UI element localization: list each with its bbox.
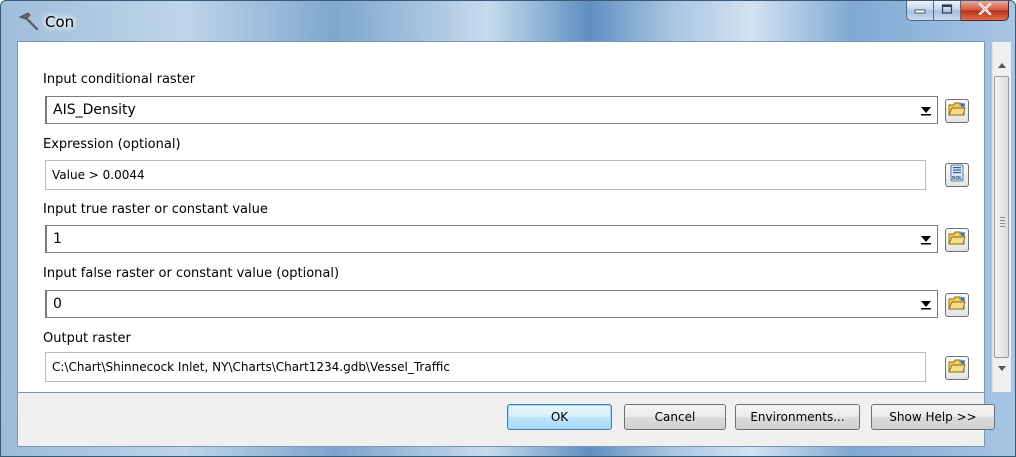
close-icon [978, 2, 992, 19]
sql-query-builder-button[interactable]: SQL [945, 163, 969, 187]
minimize-button[interactable] [906, 1, 934, 21]
input-conditional-raster-combo[interactable]: AIS_Density [45, 96, 938, 124]
input-false-raster-combo[interactable]: 0 [45, 290, 938, 318]
chevron-down-icon[interactable] [917, 230, 935, 248]
browse-true-raster-button[interactable] [945, 228, 969, 252]
chevron-down-icon [998, 361, 1006, 376]
cancel-button[interactable]: Cancel [624, 404, 726, 430]
input-true-raster-label: Input true raster or constant value [43, 202, 268, 217]
maximize-button[interactable] [934, 1, 961, 21]
input-false-raster-label: Input false raster or constant value (op… [43, 266, 340, 281]
browse-folder-icon [948, 230, 966, 250]
browse-folder-icon [948, 358, 966, 378]
environments-button[interactable]: Environments... [735, 404, 860, 430]
chevron-up-icon [998, 57, 1006, 72]
input-conditional-raster-label: Input conditional raster [43, 72, 196, 87]
browse-folder-icon [948, 101, 966, 121]
window-title: Con [45, 13, 75, 31]
scroll-grip [1000, 217, 1005, 229]
browse-false-raster-button[interactable] [945, 293, 969, 317]
hammer-icon [17, 11, 39, 31]
sql-icon: SQL [948, 164, 966, 186]
con-dialog-window: Con Input conditional raster AIS_Density… [0, 0, 1016, 457]
input-false-raster-value: 0 [53, 296, 62, 312]
expression-label: Expression (optional) [43, 137, 181, 152]
browse-folder-icon [948, 295, 966, 315]
input-true-raster-combo[interactable]: 1 [45, 225, 938, 253]
parameters-panel: Input conditional raster AIS_Density Exp… [17, 41, 1011, 393]
scroll-up-button[interactable] [993, 56, 1011, 73]
input-conditional-raster-value: AIS_Density [53, 102, 136, 118]
sql-icon-label: SQL [952, 176, 962, 182]
chevron-down-icon[interactable] [917, 295, 935, 313]
scroll-down-button[interactable] [993, 360, 1011, 377]
window-controls [906, 1, 1009, 27]
scroll-thumb[interactable] [994, 76, 1009, 358]
output-raster-label: Output raster [43, 331, 131, 346]
output-raster-input[interactable]: C:\Chart\Shinnecock Inlet, NY\Charts\Cha… [45, 352, 926, 382]
browse-output-raster-button[interactable] [945, 356, 969, 380]
dialog-footer: OK Cancel Environments... Show Help >> [17, 393, 995, 447]
vertical-scrollbar[interactable] [992, 42, 1011, 392]
expression-value: Value > 0.0044 [52, 168, 145, 182]
parameters-form: Input conditional raster AIS_Density Exp… [18, 42, 1011, 392]
minimize-icon [914, 3, 926, 18]
ok-button[interactable]: OK [507, 404, 612, 430]
expression-input[interactable]: Value > 0.0044 [45, 160, 926, 190]
title-bar[interactable]: Con [1, 1, 1015, 41]
output-raster-value: C:\Chart\Shinnecock Inlet, NY\Charts\Cha… [52, 360, 450, 374]
show-help-button[interactable]: Show Help >> [871, 404, 995, 430]
browse-conditional-raster-button[interactable] [945, 99, 969, 123]
close-button[interactable] [961, 1, 1009, 21]
chevron-down-icon[interactable] [917, 101, 935, 119]
input-true-raster-value: 1 [53, 231, 62, 247]
maximize-icon [941, 3, 953, 18]
